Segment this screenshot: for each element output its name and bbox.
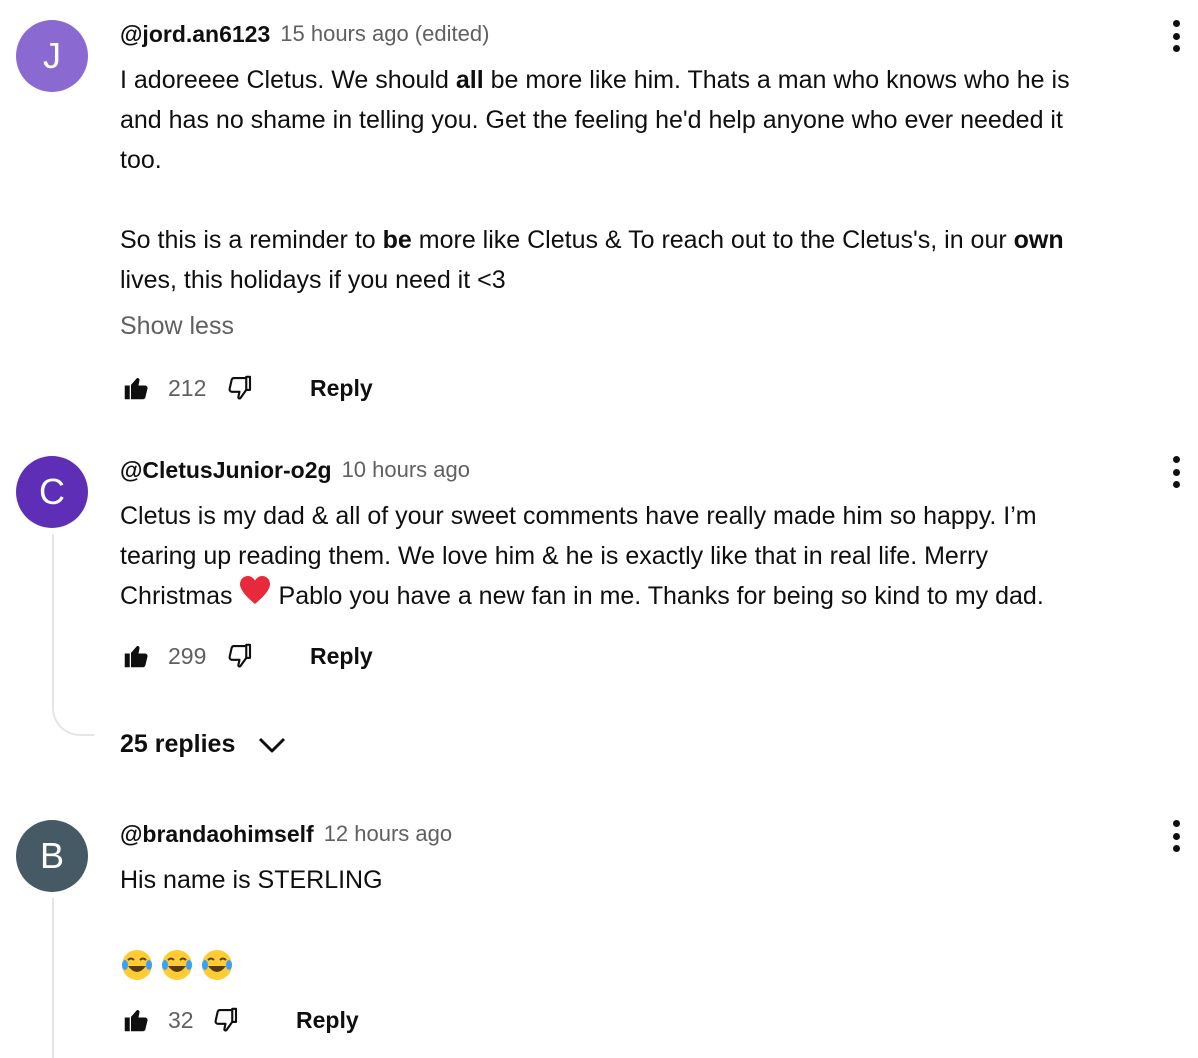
comment-timestamp[interactable]: 12 hours ago	[324, 821, 452, 847]
thumbs-up-icon[interactable]	[120, 372, 152, 404]
comment-line: and has no shame in telling you. Get the…	[120, 106, 1063, 134]
chevron-down-icon	[257, 736, 287, 754]
comment-line-blank	[120, 180, 1170, 220]
thumbs-down-icon[interactable]	[224, 640, 256, 672]
reply-button[interactable]: Reply	[310, 643, 373, 670]
comment-timestamp[interactable]: 10 hours ago	[342, 457, 470, 483]
like-count: 212	[168, 374, 207, 401]
reply-button[interactable]: Reply	[296, 1007, 359, 1034]
like-count: 32	[168, 1006, 194, 1033]
more-vert-icon[interactable]	[1164, 16, 1188, 56]
more-vert-icon[interactable]	[1164, 452, 1188, 492]
more-vert-icon[interactable]	[1164, 816, 1188, 856]
reply-button[interactable]: Reply	[310, 375, 373, 402]
comment-line: lives, this holidays if you need it <3	[120, 266, 506, 294]
face-with-tears-of-joy-icon	[120, 948, 154, 982]
thumbs-up-icon[interactable]	[120, 1004, 152, 1036]
comment-timestamp[interactable]: 15 hours ago (edited)	[280, 21, 489, 47]
comment-actions: 299 Reply	[120, 638, 373, 674]
avatar-letter: C	[39, 471, 65, 512]
avatar[interactable]: B	[16, 820, 88, 892]
comment-text: Cletus is my dad & all of your sweet com…	[120, 496, 1170, 618]
comment-actions: 212 Reply	[120, 370, 373, 406]
replies-toggle[interactable]: 25 replies	[120, 730, 287, 759]
thumbs-down-icon[interactable]	[210, 1004, 242, 1036]
avatar-letter: J	[43, 35, 61, 76]
thread-line	[52, 534, 94, 736]
author-name[interactable]: @CletusJunior-o2g	[120, 457, 332, 484]
comment-header: @jord.an6123 15 hours ago (edited)	[120, 20, 489, 48]
comment-line: too.	[120, 146, 162, 174]
face-with-tears-of-joy-icon	[200, 948, 234, 982]
author-name[interactable]: @jord.an6123	[120, 21, 270, 48]
show-less-button[interactable]: Show less	[120, 312, 234, 341]
comment-line: Christmas Pablo you have a new fan in me.…	[120, 576, 1170, 618]
comment-actions: 32 Reply	[120, 1002, 359, 1038]
thumbs-up-icon[interactable]	[120, 640, 152, 672]
face-with-tears-of-joy-icon	[160, 948, 194, 982]
thumbs-down-icon[interactable]	[224, 372, 256, 404]
like-count: 299	[168, 642, 207, 669]
comment-header: @CletusJunior-o2g 10 hours ago	[120, 456, 470, 484]
comment-line: Cletus is my dad & all of your sweet com…	[120, 502, 1037, 530]
avatar[interactable]: C	[16, 456, 88, 528]
comment-text: I adoreeee Cletus. We should all be more…	[120, 60, 1170, 300]
thread-line	[52, 898, 54, 1058]
replies-count-label: 25 replies	[120, 730, 236, 758]
comment-text: His name is STERLING	[120, 860, 1170, 984]
comment-line: His name is STERLING	[120, 866, 383, 894]
comment-line: So this is a reminder to be more like Cl…	[120, 226, 1064, 254]
red-heart-icon	[239, 576, 271, 618]
comment-header: @brandaohimself 12 hours ago	[120, 820, 452, 848]
comment-line: I adoreeee Cletus. We should all be more…	[120, 66, 1070, 94]
comment-line-blank	[120, 900, 1170, 940]
comment-line: tearing up reading them. We love him & h…	[120, 542, 988, 570]
avatar[interactable]: J	[16, 20, 88, 92]
author-name[interactable]: @brandaohimself	[120, 821, 314, 848]
emoji-line	[120, 944, 1170, 984]
avatar-letter: B	[39, 835, 64, 876]
